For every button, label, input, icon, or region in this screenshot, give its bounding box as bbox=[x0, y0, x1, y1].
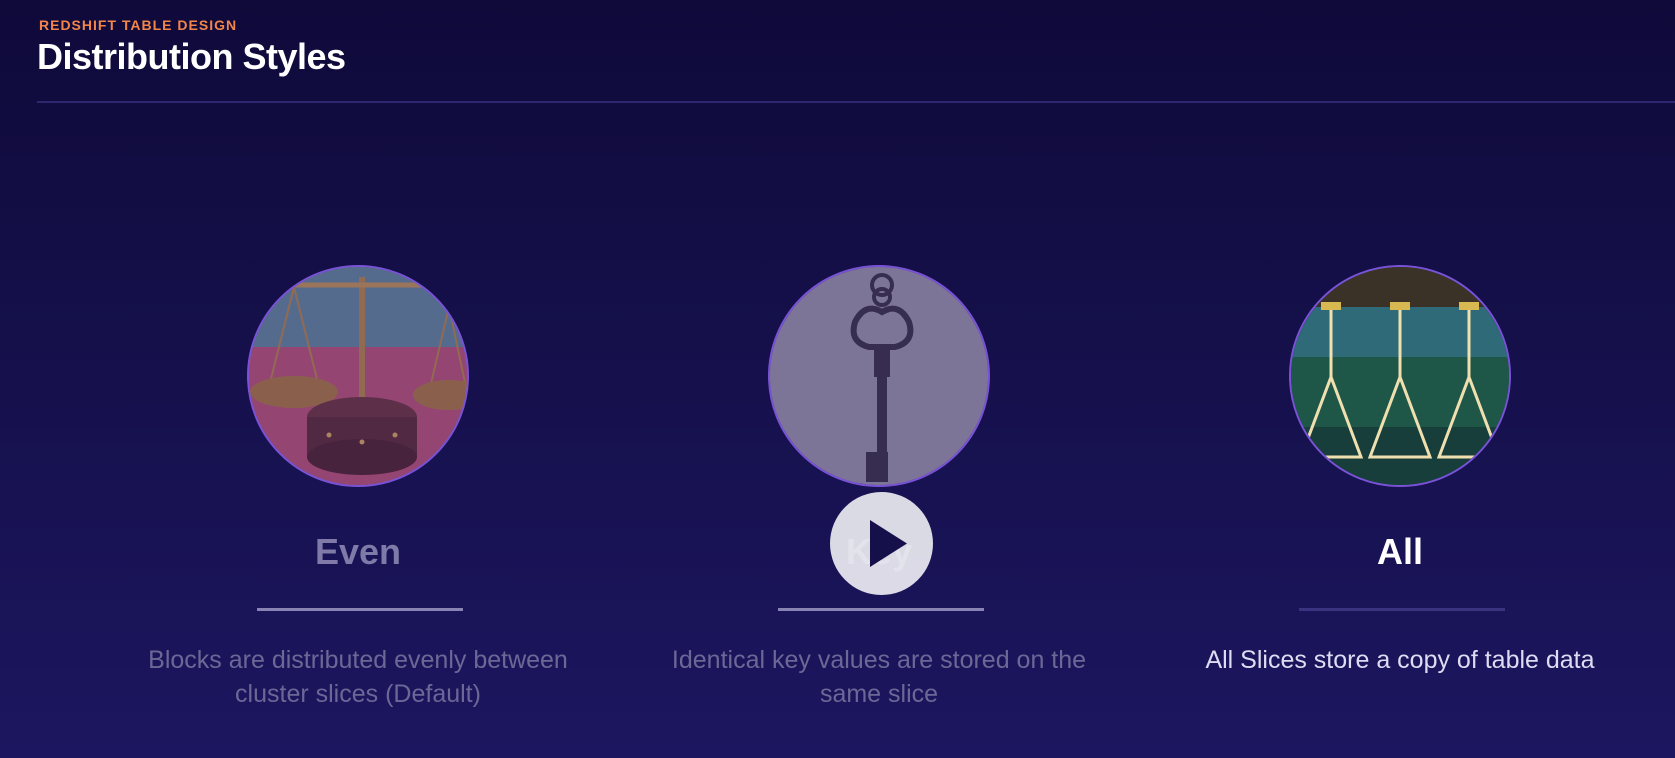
card-description: All Slices store a copy of table data bbox=[1205, 646, 1595, 674]
balance-scale-image bbox=[247, 265, 469, 487]
card-all: All All Slices store a copy of table dat… bbox=[1172, 265, 1632, 725]
card-divider bbox=[1299, 608, 1505, 611]
video-play-button[interactable] bbox=[830, 492, 933, 595]
card-description: Blocks are distributed evenly between cl… bbox=[148, 646, 568, 708]
card-title: All bbox=[1376, 531, 1423, 572]
header-divider bbox=[37, 101, 1675, 103]
card-divider bbox=[257, 608, 463, 611]
antique-key-image bbox=[768, 265, 990, 487]
page-eyebrow: REDSHIFT TABLE DESIGN bbox=[39, 17, 238, 33]
card-even: Even Blocks are distributed evenly betwe… bbox=[130, 265, 590, 725]
wine-glasses-image bbox=[1289, 265, 1511, 487]
play-icon bbox=[870, 520, 907, 567]
card-title: Even bbox=[314, 531, 402, 572]
card-divider bbox=[778, 608, 984, 611]
page-title: Distribution Styles bbox=[37, 36, 346, 77]
card-description: Identical key values are stored on the s… bbox=[671, 646, 1087, 708]
